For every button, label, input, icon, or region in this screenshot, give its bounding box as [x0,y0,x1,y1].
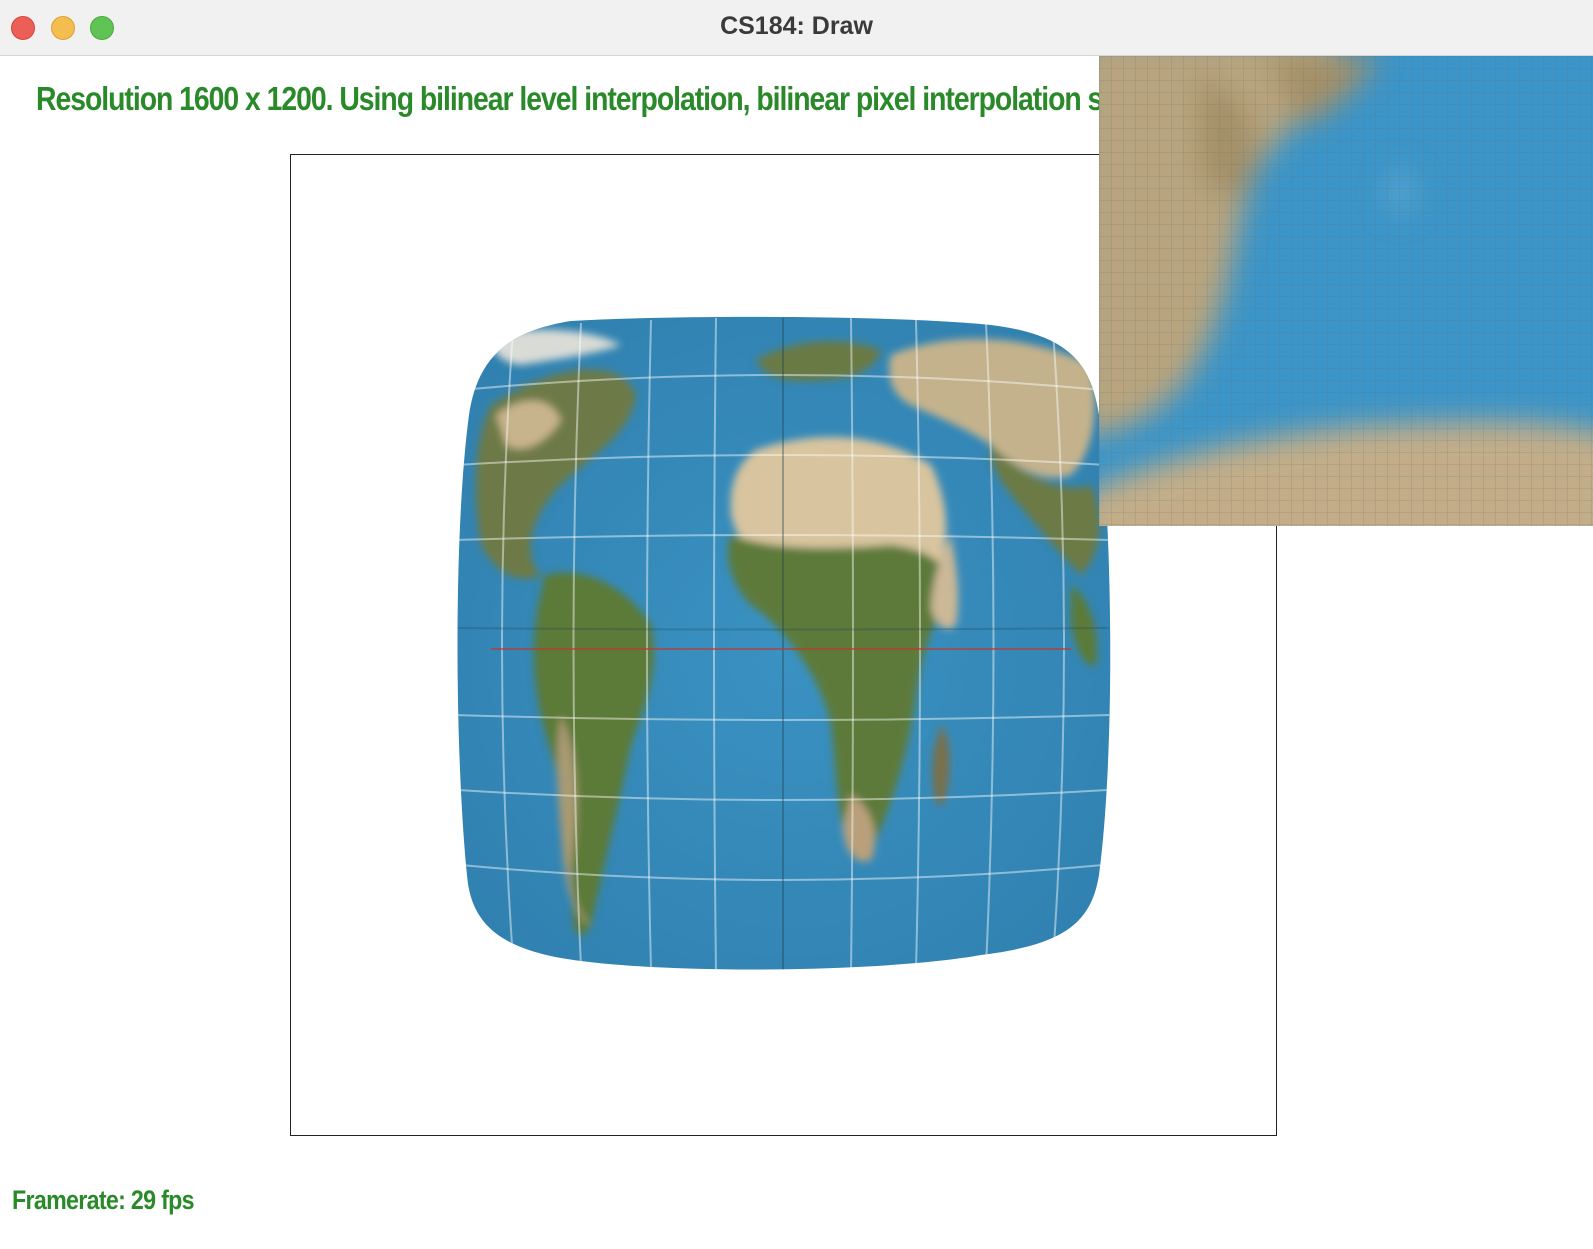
framerate-text: Framerate: 29 fps [12,1185,195,1215]
app-window: CS184: Draw Resolution 1600 x 1200. Usin… [0,0,1593,1249]
title-bar[interactable]: CS184: Draw [0,0,1593,56]
zoomed-pixel-grid [1099,56,1593,526]
window-title: CS184: Draw [720,12,873,40]
pixel-zoom-inspector [1099,56,1593,526]
